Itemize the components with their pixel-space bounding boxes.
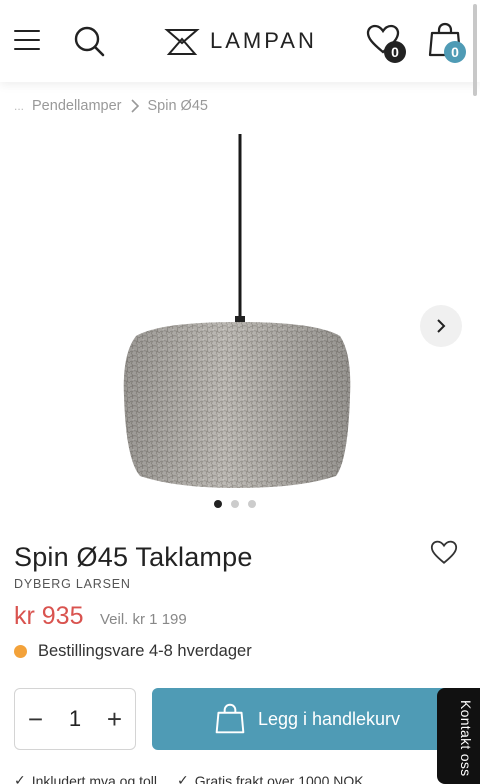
contact-tab-label: Kontakt oss xyxy=(458,700,474,777)
product-brand[interactable]: DYBERG LARSEN xyxy=(14,577,131,591)
logo-text: LAMPAN xyxy=(210,28,317,53)
chevron-right-icon xyxy=(130,99,139,113)
gallery-next-button[interactable] xyxy=(420,305,462,347)
wishlist-count-badge: 0 xyxy=(384,41,406,63)
wishlist-button[interactable]: 0 xyxy=(366,22,410,66)
breadcrumb-item-pendellamper[interactable]: Pendellamper xyxy=(32,98,121,114)
gallery-pagination xyxy=(214,500,256,508)
product-image xyxy=(123,134,351,488)
quantity-decrease-button[interactable]: − xyxy=(28,704,43,735)
quantity-stepper: − 1 + xyxy=(14,688,136,750)
gallery-dot[interactable] xyxy=(248,500,256,508)
site-logo[interactable]: LAMPAN xyxy=(164,24,317,58)
add-to-cart-button[interactable]: Legg i handlekurv xyxy=(152,688,462,750)
page-scrollbar[interactable] xyxy=(473,4,477,96)
stock-status: Bestillingsvare 4-8 hverdager xyxy=(14,642,252,661)
stock-status-text: Bestillingsvare 4-8 hverdager xyxy=(38,642,252,660)
logo-mark-icon xyxy=(164,29,200,55)
product-gallery[interactable] xyxy=(0,124,480,516)
menu-icon[interactable] xyxy=(14,28,40,52)
quantity-value[interactable]: 1 xyxy=(69,706,81,732)
contact-tab[interactable]: Kontakt oss xyxy=(437,688,480,784)
quantity-increase-button[interactable]: + xyxy=(107,704,122,735)
product-title: Spin Ø45 Taklampe xyxy=(14,542,253,572)
breadcrumb: ... Pendellamper Spin Ø45 xyxy=(14,98,208,114)
gallery-dot[interactable] xyxy=(214,500,222,508)
usp-list: ✓ Inkludert mva og toll ✓ Gratis frakt o… xyxy=(14,772,364,784)
stock-status-dot xyxy=(14,645,27,658)
gallery-dot[interactable] xyxy=(231,500,239,508)
heart-icon xyxy=(430,540,458,564)
check-icon: ✓ xyxy=(177,772,189,784)
usp-item: ✓ Gratis frakt over 1000 NOK xyxy=(177,772,364,784)
check-icon: ✓ xyxy=(14,772,26,784)
cart-count-badge: 0 xyxy=(444,41,466,63)
product-price: kr 935 xyxy=(14,602,84,630)
breadcrumb-ellipsis[interactable]: ... xyxy=(14,99,24,113)
cart-button[interactable]: 0 xyxy=(426,22,470,66)
favorite-button[interactable] xyxy=(430,540,462,570)
add-to-cart-label: Legg i handlekurv xyxy=(257,708,401,729)
chevron-right-icon xyxy=(437,319,446,333)
site-header: LAMPAN 0 0 xyxy=(0,0,480,82)
usp-item: ✓ Inkludert mva og toll xyxy=(14,772,157,784)
original-price: Veil. kr 1 199 xyxy=(100,611,187,628)
search-icon[interactable] xyxy=(72,24,106,58)
bag-icon xyxy=(215,703,245,734)
breadcrumb-item-current: Spin Ø45 xyxy=(147,98,208,114)
